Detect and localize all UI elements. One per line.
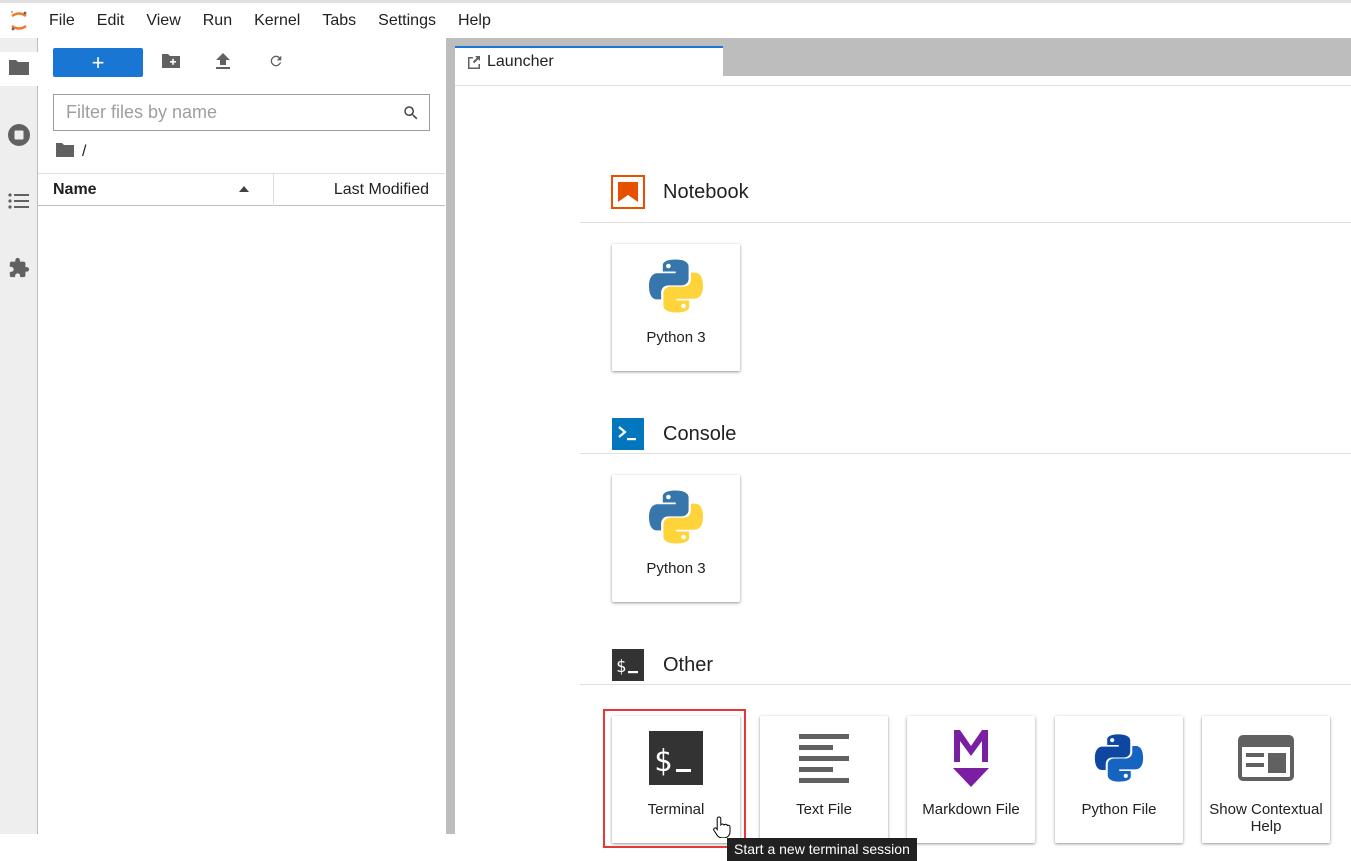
column-divider [273, 174, 274, 206]
breadcrumb: / [56, 142, 86, 162]
new-folder-icon [162, 53, 180, 73]
tab-launcher[interactable]: Launcher [455, 46, 723, 76]
menu-kernel[interactable]: Kernel [243, 3, 311, 38]
card-label: Python 3 [646, 329, 706, 346]
breadcrumb-root[interactable]: / [82, 143, 86, 161]
menu-file[interactable]: File [38, 3, 86, 38]
file-listing-header: Name Last Modified [38, 173, 445, 206]
search-icon [393, 95, 429, 130]
contextual-help-card[interactable]: Show Contextual Help [1202, 716, 1330, 843]
filter-box [53, 94, 430, 131]
column-header-name[interactable]: Name [53, 174, 97, 206]
section-divider [580, 684, 1351, 685]
notebook-python3-card[interactable]: Python 3 [612, 244, 740, 371]
launcher: Notebook Python 3 Console Python 3 $ Oth… [455, 86, 1351, 861]
column-header-last-modified[interactable]: Last Modified [334, 174, 429, 206]
menu-run[interactable]: Run [192, 3, 243, 38]
section-divider [580, 222, 1351, 223]
console-icon [611, 417, 645, 451]
contextual-help-icon [1202, 728, 1330, 788]
python-file-card[interactable]: Python File [1055, 716, 1183, 843]
python-logo-icon [612, 256, 740, 316]
card-label: Python File [1081, 801, 1157, 818]
card-label: Python 3 [646, 560, 706, 577]
tab-launcher-label: Launcher [487, 53, 554, 70]
notebook-section-header: Notebook [611, 168, 1351, 216]
other-section-title: Other [663, 653, 714, 676]
table-of-contents-tab[interactable] [0, 186, 37, 220]
console-python3-card[interactable]: Python 3 [612, 475, 740, 602]
panel-splitter[interactable] [446, 38, 455, 834]
filter-files-input[interactable] [54, 95, 393, 130]
launcher-tab-icon [467, 55, 481, 69]
toc-icon [7, 192, 30, 215]
sort-ascending-icon [239, 186, 249, 192]
file-browser-toolbar: + [38, 38, 446, 88]
breadcrumb-home-folder-icon[interactable] [56, 142, 74, 162]
python-logo-icon [612, 487, 740, 547]
tab-bar: Launcher [455, 38, 1351, 76]
file-browser-panel: + / Name Last [38, 38, 446, 834]
upload-button[interactable] [211, 51, 235, 75]
running-icon [7, 123, 31, 152]
refresh-icon [268, 53, 284, 74]
jupyter-logo-icon [0, 3, 38, 38]
extension-manager-tab[interactable] [0, 253, 37, 287]
new-folder-button[interactable] [159, 51, 183, 75]
markdown-file-card[interactable]: Markdown File [907, 716, 1035, 843]
extension-icon [8, 257, 30, 284]
new-launcher-button[interactable]: + [53, 48, 143, 77]
other-section-header: $ Other [611, 641, 1351, 689]
main-dock-area: Launcher Notebook Python 3 Console Pytho… [455, 38, 1351, 861]
text-file-icon [760, 728, 888, 788]
running-sessions-tab[interactable] [0, 120, 37, 154]
card-label: Text File [796, 801, 852, 818]
menu-help[interactable]: Help [447, 3, 502, 38]
folder-icon [8, 58, 30, 81]
svg-text:$: $ [616, 657, 626, 677]
notebook-section-title: Notebook [663, 180, 749, 203]
notebook-icon [611, 175, 645, 209]
terminal-tooltip: Start a new terminal session [727, 838, 917, 861]
menu-settings[interactable]: Settings [367, 3, 447, 38]
section-divider [580, 453, 1351, 454]
menu-bar: File Edit View Run Kernel Tabs Settings … [0, 0, 1351, 38]
refresh-button[interactable] [264, 51, 288, 75]
plus-icon: + [91, 49, 105, 75]
menu-edit[interactable]: Edit [86, 3, 136, 38]
markdown-icon [907, 728, 1035, 788]
menu-tabs[interactable]: Tabs [311, 3, 367, 38]
file-browser-tab[interactable] [0, 52, 38, 86]
card-label: Show Contextual Help [1209, 801, 1323, 835]
card-label: Markdown File [922, 801, 1020, 818]
console-section-header: Console [611, 410, 1351, 458]
activity-bar [0, 38, 38, 834]
menu-view[interactable]: View [135, 3, 191, 38]
text-file-card[interactable]: Text File [760, 716, 888, 843]
console-section-title: Console [663, 422, 737, 445]
terminal-section-icon: $ [611, 648, 645, 682]
upload-icon [216, 52, 230, 74]
python-file-icon [1055, 728, 1183, 788]
hand-cursor-icon [713, 816, 731, 838]
